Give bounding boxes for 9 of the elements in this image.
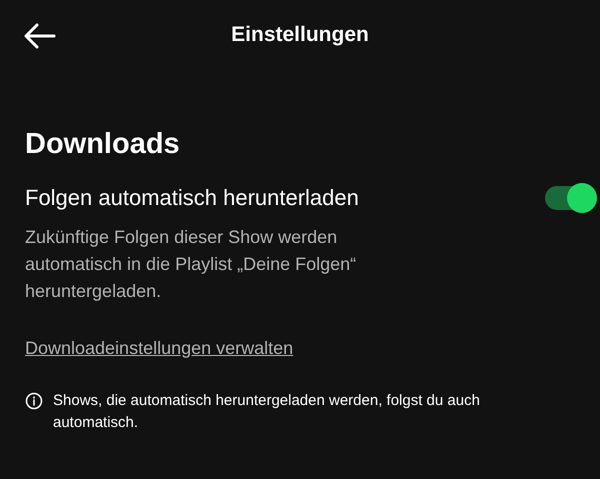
section-heading: Downloads: [25, 127, 181, 162]
page-title: Einstellungen: [231, 22, 369, 48]
info-text: Shows, die automatisch heruntergeladen werden, folgst du auch automatisch.: [53, 391, 481, 433]
manage-downloads-link[interactable]: Downloadeinstellungen verwalten: [25, 335, 294, 362]
setting-label: Folgen automatisch herunterladen: [25, 184, 359, 212]
toggle-switch[interactable]: [545, 186, 595, 210]
back-arrow-icon: [24, 23, 56, 49]
info-icon: [25, 392, 43, 410]
setting-description: Zukünftige Folgen dieser Show werden automatisch in die Playlist „Deine Folgen“ heruntergeladen.: [25, 226, 358, 303]
